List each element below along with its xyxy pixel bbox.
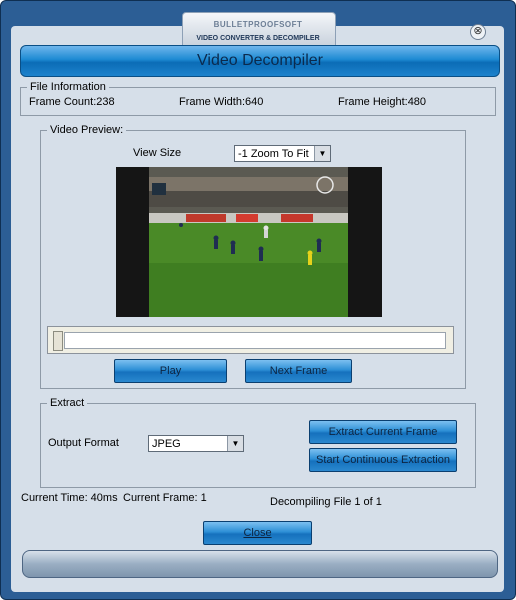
extract-legend: Extract	[50, 397, 85, 409]
seek-slider[interactable]	[47, 326, 454, 354]
current-time: Current Time: 40ms	[21, 492, 118, 504]
output-format-select[interactable]: JPEG ▼	[148, 435, 244, 452]
view-size-label: View Size	[133, 147, 182, 159]
seek-track	[64, 332, 446, 349]
next-frame-button[interactable]: Next Frame	[245, 359, 352, 383]
view-size-select[interactable]: -1 Zoom To Fit ▼	[234, 145, 331, 162]
file-information-legend: File Information	[30, 81, 106, 93]
play-button[interactable]: Play	[114, 359, 227, 383]
output-format-value: JPEG	[152, 438, 181, 450]
bottom-bar	[22, 550, 498, 578]
product-name: VIDEO CONVERTER & DECOMPILER	[196, 35, 320, 42]
view-size-value: -1 Zoom To Fit	[238, 148, 309, 160]
brand-name: BULLETPROOFSOFT	[213, 20, 303, 29]
close-icon[interactable]: ⊗	[470, 24, 486, 40]
frame-width: Frame Width:640	[179, 96, 264, 108]
seek-thumb[interactable]	[53, 331, 63, 351]
close-button[interactable]: Close	[203, 521, 312, 545]
start-continuous-extraction-button[interactable]: Start Continuous Extraction	[309, 448, 457, 472]
soccer-frame-image	[116, 167, 382, 317]
current-frame: Current Frame: 1	[123, 492, 207, 504]
frame-count: Frame Count:238	[29, 96, 115, 108]
window-title: Video Decompiler	[20, 45, 500, 77]
video-frame	[116, 167, 382, 317]
brand-cap	[182, 12, 336, 48]
output-format-label: Output Format	[48, 437, 119, 449]
chevron-down-icon: ▼	[314, 146, 330, 161]
video-preview-legend: Video Preview:	[50, 124, 124, 136]
decompiling-status: Decompiling File 1 of 1	[270, 496, 382, 508]
chevron-down-icon: ▼	[227, 436, 243, 451]
extract-current-frame-button[interactable]: Extract Current Frame	[309, 420, 457, 444]
frame-height: Frame Height:480	[338, 96, 427, 108]
